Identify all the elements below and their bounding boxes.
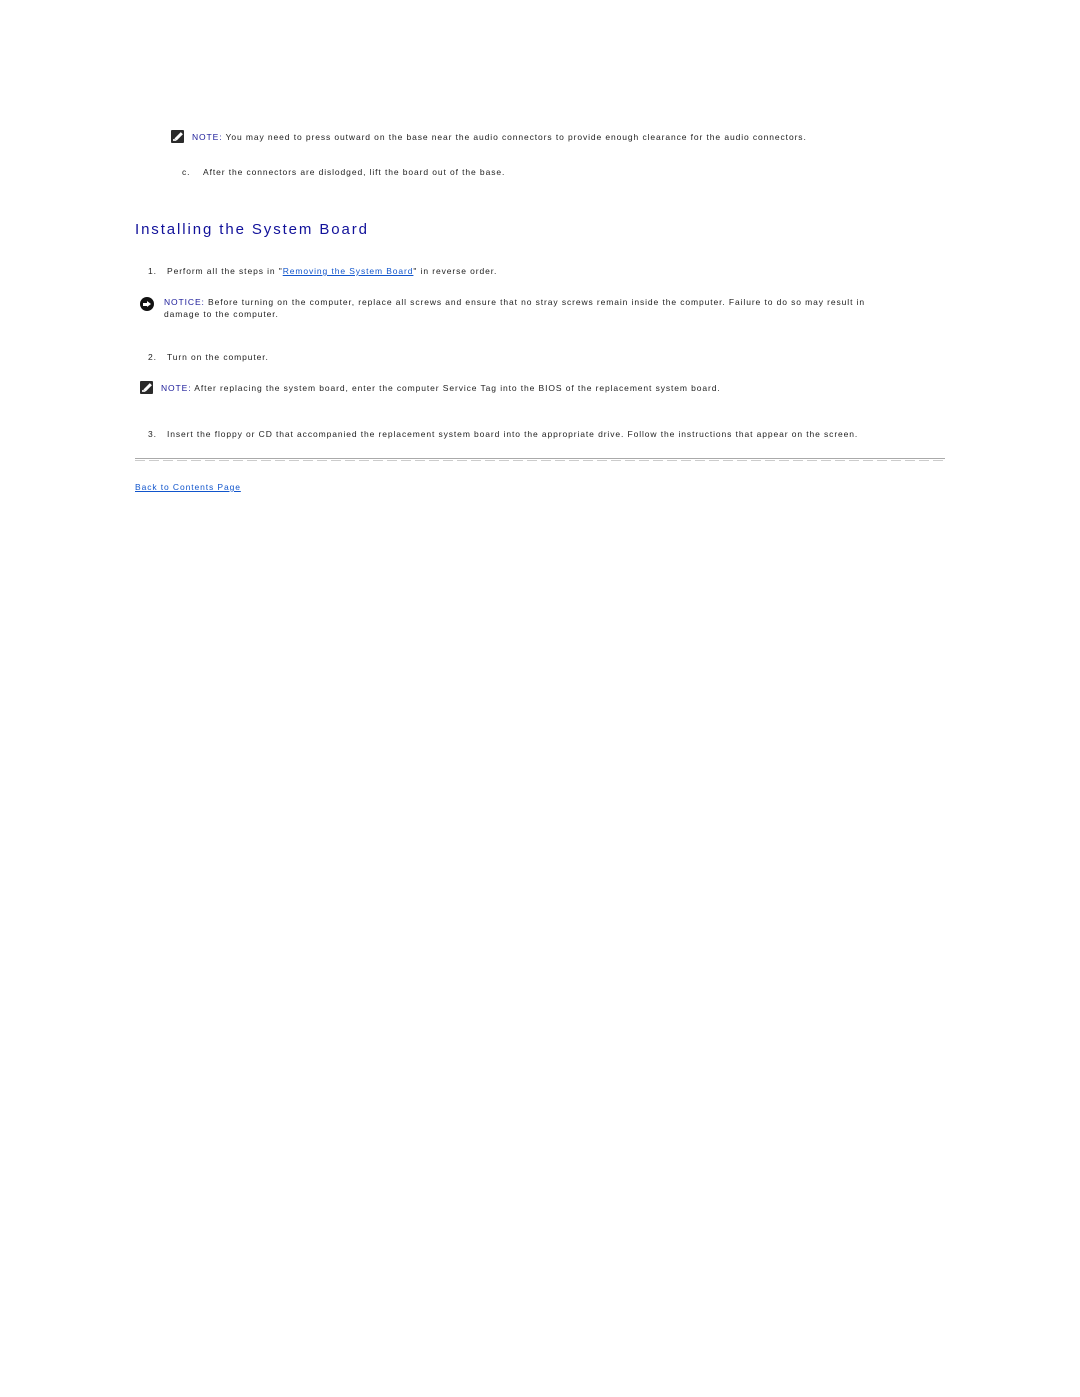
notice-line-1: NOTICE: Before turning on the computer, …	[164, 297, 865, 307]
note-pencil-icon	[171, 130, 184, 143]
note-2-label: NOTE:	[161, 383, 192, 393]
step-2-marker: 2.	[148, 352, 157, 362]
notice-body: Before turning on the computer, replace …	[204, 297, 866, 307]
notice-line-2: damage to the computer.	[164, 309, 279, 319]
note-2-text: NOTE: After replacing the system board, …	[161, 383, 721, 393]
step-1-text-before: Perform all the steps in "	[167, 266, 283, 276]
section-divider-dashes	[135, 460, 945, 461]
note-pencil-icon	[140, 381, 153, 394]
step-1-text: Perform all the steps in "Removing the S…	[167, 266, 497, 276]
footer: Back to Contents Page	[135, 482, 241, 492]
step-c-marker: c.	[182, 167, 191, 177]
note-callout-2	[140, 381, 153, 399]
notice-arrow-icon	[140, 297, 154, 311]
notice-label: NOTICE:	[164, 297, 205, 307]
step-3-marker: 3.	[148, 429, 157, 439]
note-label: NOTE:	[192, 132, 223, 142]
notice-callout	[140, 297, 154, 316]
note-callout	[171, 130, 184, 148]
step-c-text: After the connectors are dislodged, lift…	[203, 167, 506, 177]
step-1-text-after: " in reverse order.	[413, 266, 498, 276]
back-to-contents-link[interactable]: Back to Contents Page	[135, 482, 241, 492]
section-heading: Installing the System Board	[135, 221, 369, 238]
step-1-marker: 1.	[148, 266, 157, 276]
step-2-text: Turn on the computer.	[167, 352, 269, 362]
removing-system-board-link[interactable]: Removing the System Board	[283, 266, 414, 276]
section-divider	[135, 458, 945, 459]
step-3-text: Insert the floppy or CD that accompanied…	[167, 429, 859, 439]
note-body: You may need to press outward on the bas…	[222, 132, 807, 142]
note-2-body: After replacing the system board, enter …	[191, 383, 721, 393]
note-text: NOTE: You may need to press outward on t…	[192, 132, 807, 142]
